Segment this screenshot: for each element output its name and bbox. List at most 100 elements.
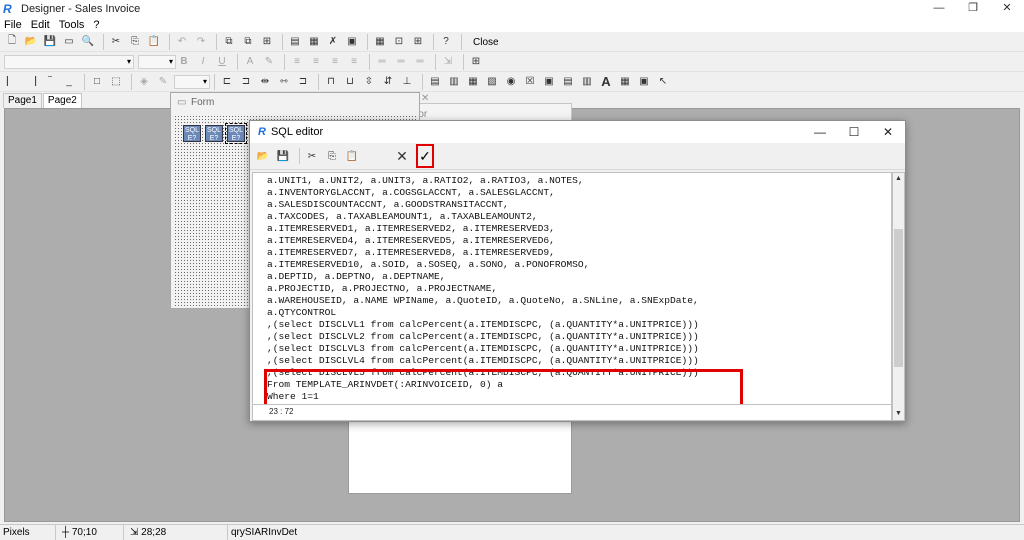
align-grid-icon[interactable]: ⊡ [391,34,407,50]
richtext-object-icon[interactable]: ▤ [560,74,576,90]
restore-button[interactable]: ❐ [956,0,990,17]
highlight-icon[interactable]: ⊞ [468,54,484,70]
open-icon[interactable]: 📂 [255,148,271,164]
paste-icon[interactable]: 📋 [344,148,360,164]
code-line: ,(select DISCLVL4 from calcPercent(a.ITE… [267,355,699,366]
save-icon[interactable]: 💾 [275,148,291,164]
ok-check-icon[interactable]: ✓ [416,144,434,168]
delete-page-icon[interactable]: ✗ [325,34,341,50]
copy-icon[interactable]: ⎘ [324,148,340,164]
chart-object-icon[interactable]: ▥ [579,74,595,90]
minimize-button[interactable]: — [922,0,956,17]
query-component-2[interactable]: SQL E? [205,125,223,142]
copy-icon[interactable]: ⎘ [127,34,143,50]
menu-tools[interactable]: Tools [59,19,85,31]
space-vert-icon[interactable]: ⇳ [361,74,377,90]
picture-object-icon[interactable]: ▧ [484,74,500,90]
space-horz-icon[interactable]: ⇹ [257,74,273,90]
preview-icon[interactable]: ▭ [61,34,77,50]
insert-page-icon[interactable]: ▦ [306,34,322,50]
underline-icon[interactable]: U [214,54,230,70]
frame-top-icon[interactable]: ‾ [42,74,58,90]
help-icon[interactable]: ? [438,34,454,50]
align-horz-center-icon[interactable]: ⊐ [238,74,254,90]
align-right-edges-icon[interactable]: ⊐ [295,74,311,90]
checkbox-object-icon[interactable]: ☒ [522,74,538,90]
select-pointer-icon[interactable]: ↖ [655,74,671,90]
group-icon[interactable]: ⊞ [259,34,275,50]
frame-all-icon[interactable]: □ [89,74,105,90]
vertical-scrollbar[interactable]: ▲ ▼ [892,172,905,421]
sql-minimize-button[interactable]: — [803,121,837,143]
align-left-icon[interactable]: ≡ [289,54,305,70]
font-color-icon[interactable]: A [242,54,258,70]
cancel-x-icon[interactable]: ✕ [394,148,410,164]
frame-bottom-icon[interactable]: _ [61,74,77,90]
fit-icon[interactable]: ⊞ [410,34,426,50]
bold-icon[interactable]: B [176,54,192,70]
save-icon[interactable]: 💾 [42,34,58,50]
align-right-icon[interactable]: ≡ [327,54,343,70]
frame-right-icon[interactable]: ⎹ [23,74,39,90]
undo-icon[interactable]: ↶ [174,34,190,50]
menu-file[interactable]: File [4,19,22,31]
align-vert-center-icon[interactable]: ⊔ [342,74,358,90]
menu-help[interactable]: ? [93,19,99,31]
subreport-object-icon[interactable]: ▦ [465,74,481,90]
align-bottom-edges-icon[interactable]: ⊥ [399,74,415,90]
close-window-button[interactable]: ✕ [990,0,1024,17]
fill-color-icon[interactable]: ◈ [136,74,152,90]
sql-code-editor[interactable]: a.UNIT1, a.UNIT2, a.UNIT3, a.RATIO2, a.R… [252,172,892,405]
scroll-down-icon[interactable]: ▼ [893,408,904,420]
tab-page1[interactable]: Page1 [3,93,42,108]
frame-left-icon[interactable]: ⎸ [4,74,20,90]
frame-none-icon[interactable]: ⬚ [108,74,124,90]
dialog-object-icon[interactable]: ▣ [636,74,652,90]
ole-object-icon[interactable]: ▣ [541,74,557,90]
valign-bottom-icon[interactable]: ═ [412,54,428,70]
valign-top-icon[interactable]: ═ [374,54,390,70]
font-name-combo[interactable]: ▾ [4,54,134,69]
menu-edit[interactable]: Edit [31,19,50,31]
rotate-icon[interactable]: ⇲ [440,54,456,70]
query-object-icon[interactable]: ▦ [617,74,633,90]
valign-center-icon[interactable]: ═ [393,54,409,70]
print-preview-icon[interactable]: 🔍 [80,34,96,50]
center-horz-icon[interactable]: ⇿ [276,74,292,90]
radio-object-icon[interactable]: ◉ [503,74,519,90]
insert-band-icon[interactable]: ▤ [287,34,303,50]
band-object-icon[interactable]: ▥ [446,74,462,90]
separator [433,33,434,50]
align-center-icon[interactable]: ≡ [308,54,324,70]
font-size-combo[interactable]: ▾ [138,54,176,69]
grid-icon[interactable]: ▦ [372,34,388,50]
page-settings-icon[interactable]: ▣ [344,34,360,50]
sql-close-button[interactable]: ✕ [871,121,905,143]
memo-object-icon[interactable]: ▤ [427,74,443,90]
center-vert-icon[interactable]: ⇵ [380,74,396,90]
query-component-1[interactable]: SQL E? [183,125,201,142]
tab-page2[interactable]: Page2 [42,93,82,108]
send-back-icon[interactable]: ⧉ [240,34,256,50]
align-left-edges-icon[interactable]: ⊏ [219,74,235,90]
frame-color-icon[interactable]: ✎ [155,74,171,90]
bring-front-icon[interactable]: ⧉ [221,34,237,50]
sql-editor-window[interactable]: R SQL editor — ☐ ✕ 📂 💾 ✂ ⎘ 📋 ✕ ✓ a.UNIT1… [249,120,906,422]
cut-icon[interactable]: ✂ [108,34,124,50]
highlight-color-icon[interactable]: ✎ [261,54,277,70]
query-component-selected[interactable]: SQL E? [225,123,247,144]
align-top-edges-icon[interactable]: ⊓ [323,74,339,90]
scroll-up-icon[interactable]: ▲ [893,173,904,185]
text-object-icon[interactable]: A [598,74,614,90]
new-icon[interactable]: 🗋 [4,34,20,50]
align-justify-icon[interactable]: ≡ [346,54,362,70]
open-icon[interactable]: 📂 [23,34,39,50]
close-button[interactable]: Close [466,34,506,50]
cut-icon[interactable]: ✂ [304,148,320,164]
sql-maximize-button[interactable]: ☐ [837,121,871,143]
italic-icon[interactable]: I [195,54,211,70]
redo-icon[interactable]: ↷ [193,34,209,50]
scroll-thumb[interactable] [894,229,903,367]
paste-icon[interactable]: 📋 [146,34,162,50]
frame-width-combo[interactable]: ▾ [174,74,210,89]
